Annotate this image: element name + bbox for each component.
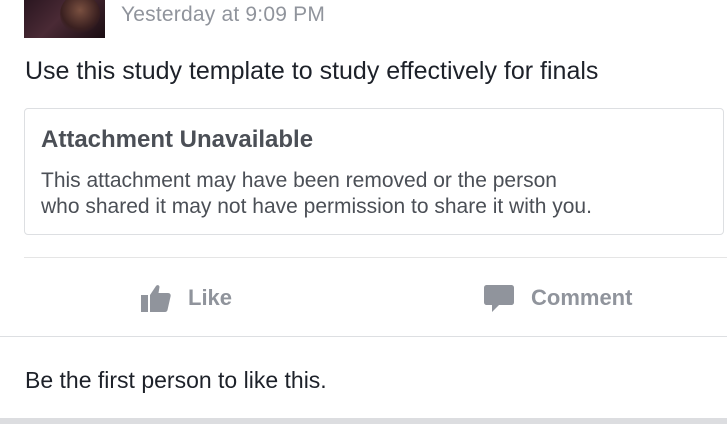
post-text: Use this study template to study effecti… [25, 57, 599, 85]
post-timestamp[interactable]: Yesterday at 9:09 PM [121, 3, 325, 27]
attachment-message-line-1: This attachment may have been removed or… [41, 169, 557, 192]
likes-summary: Be the first person to like this. [25, 367, 327, 393]
speech-bubble-icon [484, 285, 514, 312]
feed-separator [0, 418, 727, 424]
author-avatar[interactable] [24, 0, 105, 38]
attachment-message: This attachment may have been removed or… [41, 168, 721, 220]
attachment-title: Attachment Unavailable [41, 126, 314, 153]
avatar-photo [60, 0, 100, 34]
attachment-message-line-2: who shared it may not have permission to… [41, 195, 592, 218]
like-button[interactable]: Like [140, 282, 232, 314]
thumbs-up-icon [141, 285, 171, 312]
like-label: Like [188, 285, 233, 310]
comment-button[interactable]: Comment [483, 282, 632, 314]
actions-divider-bottom [0, 336, 727, 337]
attachment-card: Attachment Unavailable This attachment m… [24, 108, 724, 235]
comment-label: Comment [531, 285, 633, 310]
actions-divider-top [24, 257, 727, 258]
